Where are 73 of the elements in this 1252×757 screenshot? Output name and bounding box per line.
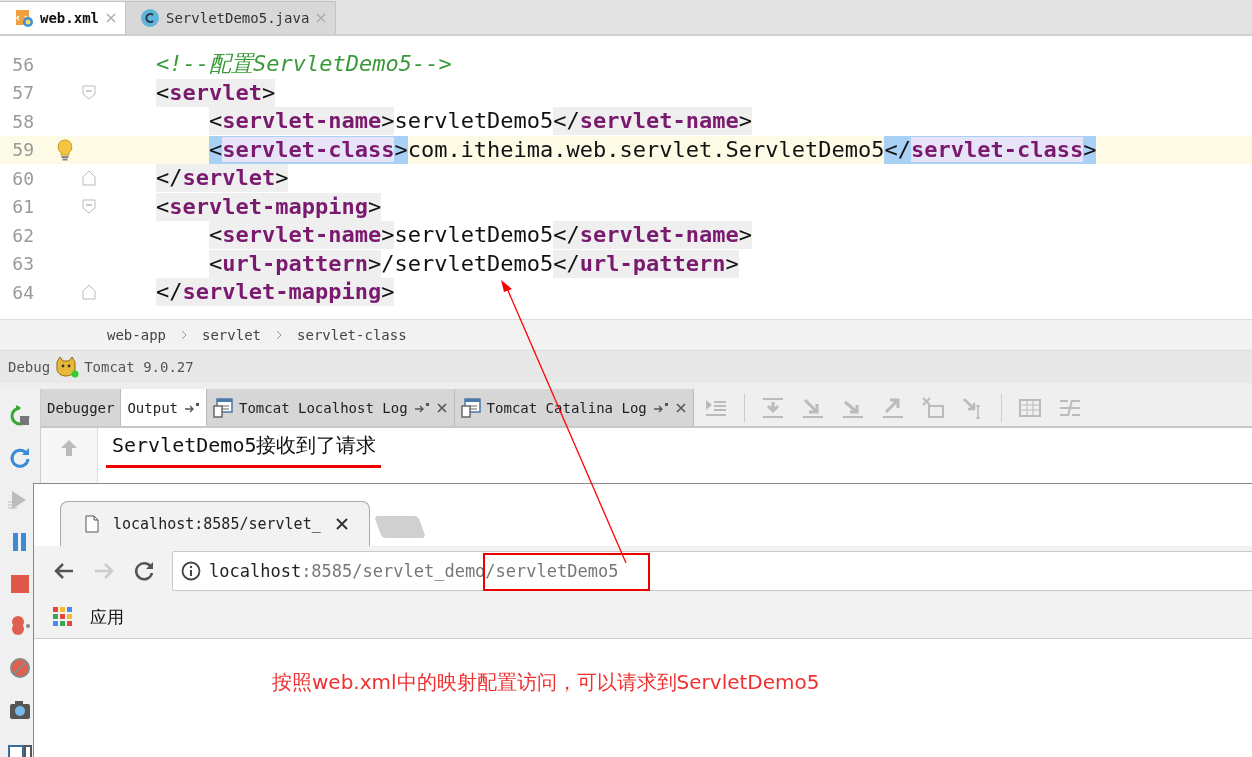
xml-tag: </servlet> bbox=[155, 164, 289, 193]
chevron-icon bbox=[180, 330, 188, 340]
xml-text: /servletDemo5 bbox=[381, 249, 554, 278]
apps-grid-icon bbox=[52, 606, 74, 628]
cross-frame-icon[interactable] bbox=[920, 395, 945, 420]
xml-tag: <servlet-name> bbox=[208, 107, 395, 136]
page-icon bbox=[85, 515, 99, 533]
line-number: 57 bbox=[11, 82, 34, 104]
url-text: :8585/servlet_demo bbox=[301, 561, 486, 581]
info-icon bbox=[181, 561, 201, 581]
xml-tag: </servlet-name> bbox=[553, 221, 753, 250]
xml-text: com.itheima.web.servlet.ServletDemo5 bbox=[407, 135, 885, 164]
line-number: 61 bbox=[11, 196, 34, 218]
xml-tag: <servlet> bbox=[155, 78, 276, 107]
address-bar[interactable]: localhost:8585/servlet_demo/servletDemo5 bbox=[172, 551, 1252, 591]
url-text: localhost bbox=[209, 561, 302, 581]
console-output-line: ServletDemo5接收到了请求 bbox=[106, 432, 381, 468]
line-number: 64 bbox=[11, 281, 34, 303]
line-number: 59 bbox=[11, 139, 34, 161]
xml-text: servletDemo5 bbox=[394, 107, 554, 136]
line-number: 63 bbox=[11, 253, 34, 275]
cat-icon bbox=[54, 356, 81, 378]
pin-arrow-icon[interactable] bbox=[413, 401, 430, 414]
up-arrow-icon[interactable] bbox=[59, 438, 79, 458]
reload-icon[interactable] bbox=[132, 559, 156, 583]
lightbulb-icon[interactable] bbox=[56, 138, 74, 161]
restart-icon[interactable] bbox=[8, 446, 32, 470]
step-down-icon[interactable] bbox=[760, 395, 785, 420]
url-highlight: /servletDemo5 bbox=[485, 555, 649, 589]
bookmark-item[interactable]: 应用 bbox=[52, 605, 124, 629]
xml-file-icon bbox=[14, 8, 34, 28]
new-tab-button[interactable] bbox=[373, 516, 426, 538]
browser-tab[interactable]: localhost:8585/servlet_ bbox=[60, 501, 370, 546]
editor-tab[interactable]: ServletDemo5.java bbox=[126, 1, 337, 34]
close-icon[interactable] bbox=[674, 401, 687, 414]
line-number: 56 bbox=[11, 53, 34, 75]
breadcrumb-item[interactable]: web-app bbox=[107, 327, 166, 343]
annotation-text: 按照web.xml中的映射配置访问，可以请求到ServletDemo5 bbox=[272, 669, 821, 696]
breadcrumb-item[interactable]: servlet-class bbox=[297, 327, 407, 343]
xml-tag: <servlet-mapping> bbox=[155, 192, 382, 221]
fold-end-icon[interactable] bbox=[81, 284, 96, 301]
panel-tab[interactable]: Debugger bbox=[41, 389, 122, 426]
xml-tag: <url-pattern> bbox=[208, 249, 382, 278]
close-icon[interactable] bbox=[435, 401, 448, 414]
panel-tab[interactable]: Output bbox=[121, 389, 207, 426]
xml-tag: </url-pattern> bbox=[553, 249, 739, 278]
rerun-icon[interactable] bbox=[8, 404, 32, 428]
pin-arrow-icon[interactable] bbox=[184, 401, 200, 414]
camera-icon[interactable] bbox=[8, 698, 32, 722]
editor-tab[interactable]: web.xml bbox=[0, 1, 126, 34]
line-number: 62 bbox=[11, 224, 34, 246]
xml-tag: </servlet-name> bbox=[553, 107, 753, 136]
xml-tag: <servlet-name> bbox=[208, 221, 395, 250]
fold-end-icon[interactable] bbox=[81, 170, 96, 187]
fold-marker-icon[interactable] bbox=[81, 84, 96, 101]
panel-title: Debug bbox=[8, 359, 51, 375]
stop-icon[interactable] bbox=[8, 572, 32, 596]
xml-tag: </servlet-mapping> bbox=[155, 278, 395, 307]
xml-text: servletDemo5 bbox=[394, 221, 554, 250]
panel-tab[interactable]: Tomcat Localhost Log bbox=[207, 389, 455, 426]
close-icon[interactable] bbox=[334, 517, 349, 531]
class-icon bbox=[140, 8, 160, 28]
pin-arrow-icon[interactable] bbox=[652, 401, 669, 414]
xml-tag: <servlet-class> bbox=[208, 135, 408, 164]
xml-comment: <!--配置ServletDemo5--> bbox=[155, 50, 452, 79]
mute-breakpoints-icon[interactable] bbox=[8, 656, 32, 680]
chevron-icon bbox=[275, 330, 284, 340]
line-number: 60 bbox=[11, 167, 34, 189]
xml-tag: </servlet-class> bbox=[884, 135, 1097, 164]
line-number: 58 bbox=[11, 110, 34, 132]
breadcrumb-item[interactable]: servlet bbox=[202, 327, 262, 343]
run-configuration-label: Tomcat 9.0.27 bbox=[84, 359, 194, 375]
fold-marker-icon[interactable] bbox=[81, 198, 96, 215]
